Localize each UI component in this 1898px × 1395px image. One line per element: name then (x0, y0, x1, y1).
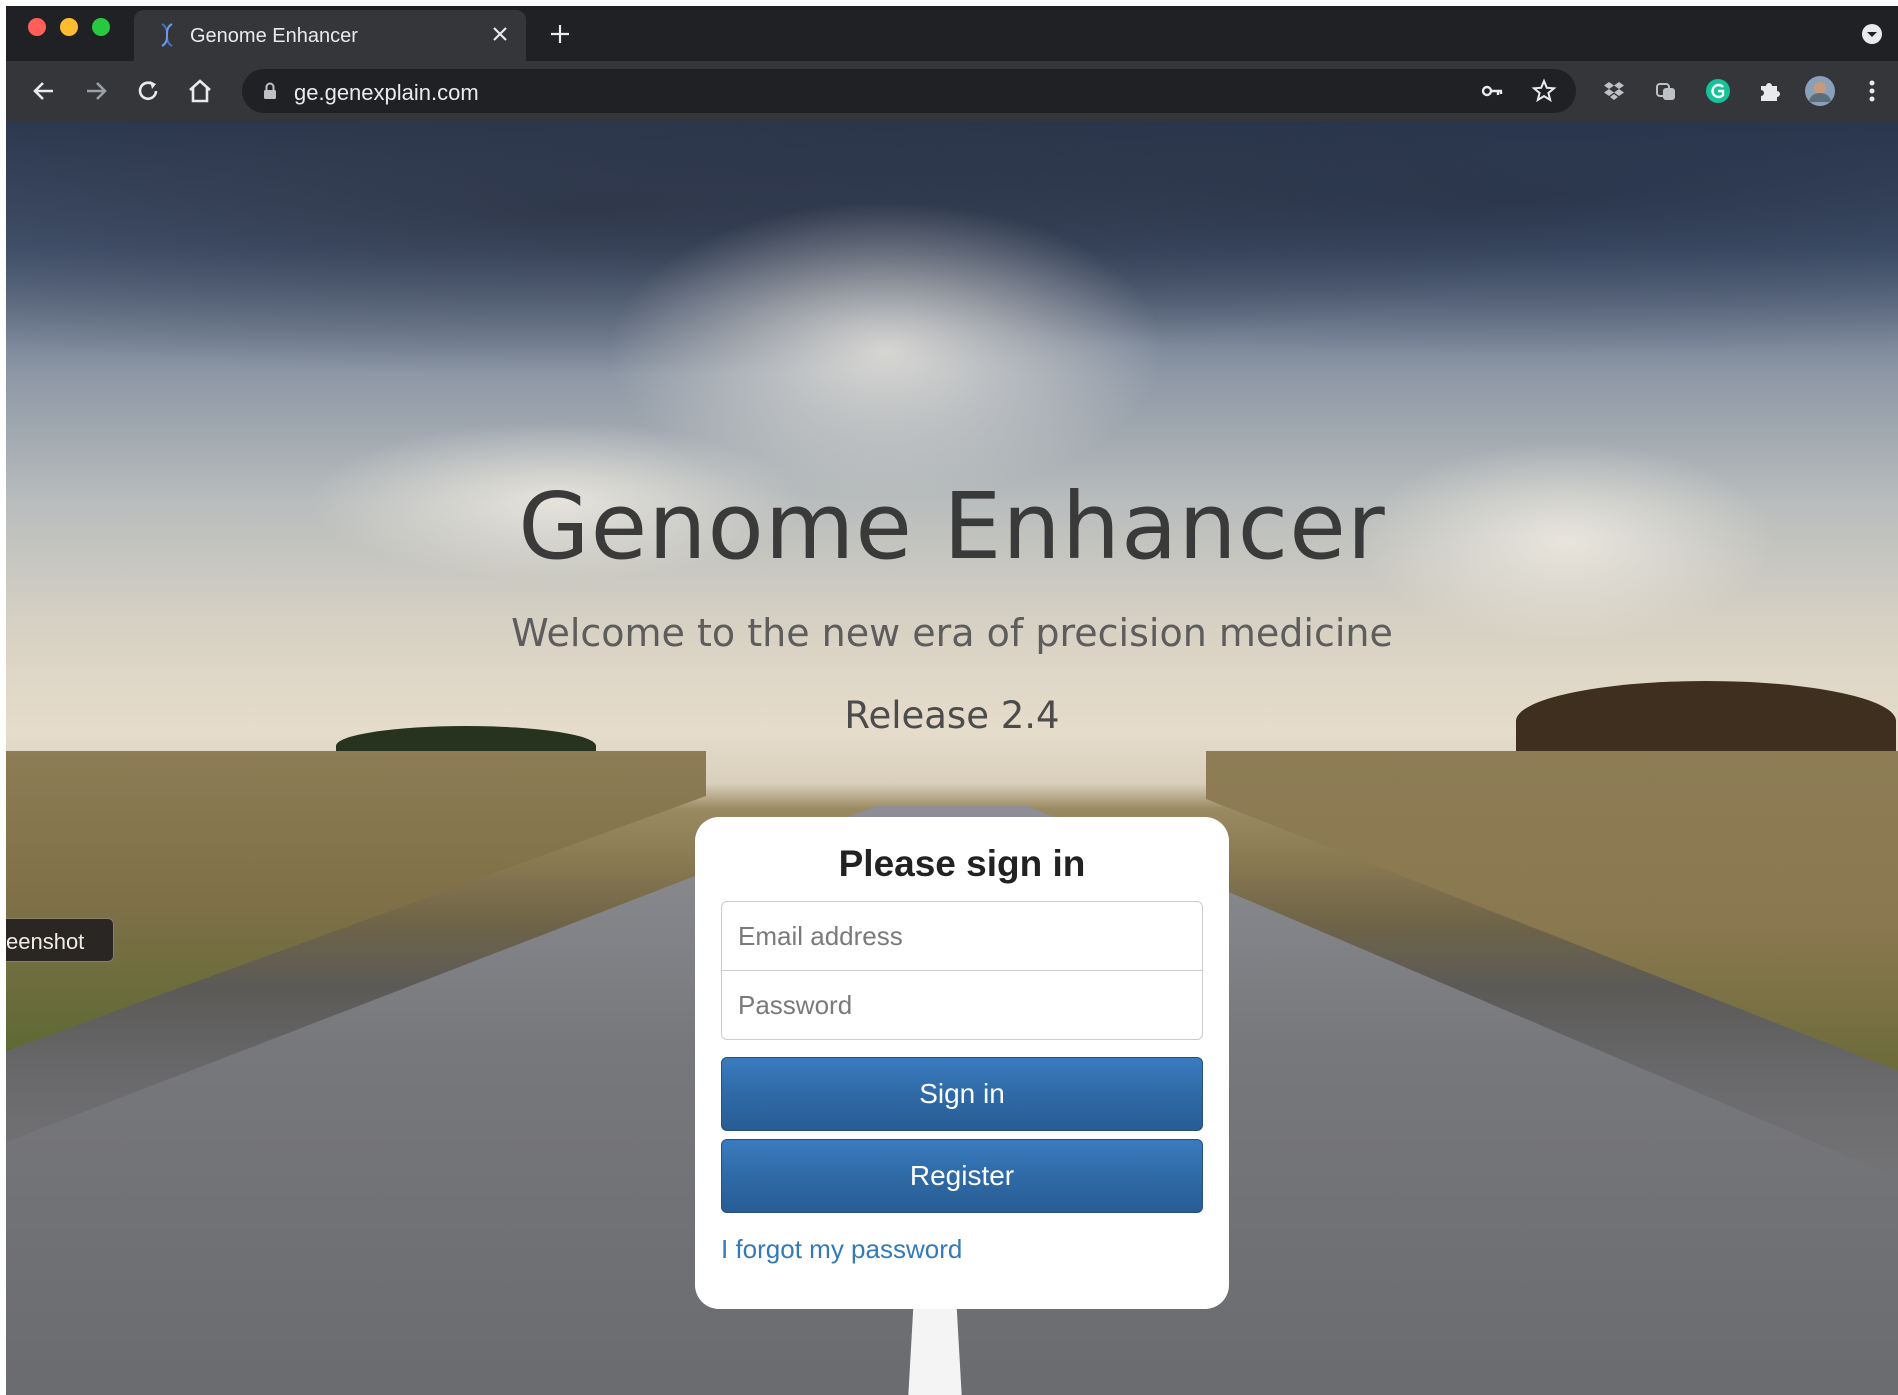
screenshot-side-tab[interactable]: eenshot (6, 918, 114, 962)
dna-icon (161, 23, 173, 47)
tab-bar: Genome Enhancer (6, 6, 1898, 61)
new-tab-button[interactable] (546, 20, 574, 48)
url-text[interactable]: ge.genexplain.com (294, 80, 479, 106)
browser-toolbar: ge.genexplain.com (6, 61, 1898, 121)
dropbox-icon[interactable] (1598, 75, 1630, 107)
signin-card: Please sign in Sign in Register I forgot… (695, 817, 1229, 1309)
star-icon[interactable] (1530, 77, 1558, 105)
key-icon[interactable] (1478, 77, 1506, 105)
forgot-password-link[interactable]: I forgot my password (721, 1234, 962, 1265)
browser-tab[interactable]: Genome Enhancer (134, 10, 526, 61)
page-content: Genome Enhancer Welcome to the new era o… (6, 121, 1898, 1395)
kebab-menu-icon[interactable] (1856, 75, 1888, 107)
puzzle-icon[interactable] (1754, 75, 1786, 107)
browser-window: Genome Enhancer ge.genexplain.com Genome… (6, 6, 1898, 1395)
reload-icon[interactable] (130, 73, 166, 109)
home-icon[interactable] (182, 73, 218, 109)
register-button[interactable]: Register (721, 1139, 1203, 1213)
page-subtitle: Welcome to the new era of precision medi… (511, 611, 1393, 655)
copy-icon[interactable] (1650, 75, 1682, 107)
tab-title: Genome Enhancer (190, 25, 358, 47)
lock-icon[interactable] (260, 81, 280, 101)
maximize-window-button[interactable] (92, 18, 110, 36)
side-tab-label: eenshot (6, 929, 85, 954)
minimize-window-button[interactable] (60, 18, 78, 36)
close-tab-icon[interactable] (488, 22, 512, 46)
forward-arrow-icon[interactable] (78, 73, 114, 109)
signin-heading: Please sign in (838, 843, 1086, 884)
avatar[interactable] (1804, 75, 1836, 107)
grammarly-icon[interactable] (1702, 75, 1734, 107)
tab-search-icon[interactable] (1860, 22, 1884, 46)
address-bar[interactable]: ge.genexplain.com (242, 69, 1576, 113)
email-field[interactable] (721, 901, 1203, 971)
release-label: Release 2.4 (844, 694, 1060, 737)
signin-button[interactable]: Sign in (721, 1057, 1203, 1131)
back-arrow-icon[interactable] (26, 73, 62, 109)
password-field[interactable] (721, 970, 1203, 1040)
close-window-button[interactable] (28, 18, 46, 36)
page-title: Genome Enhancer (518, 473, 1386, 580)
